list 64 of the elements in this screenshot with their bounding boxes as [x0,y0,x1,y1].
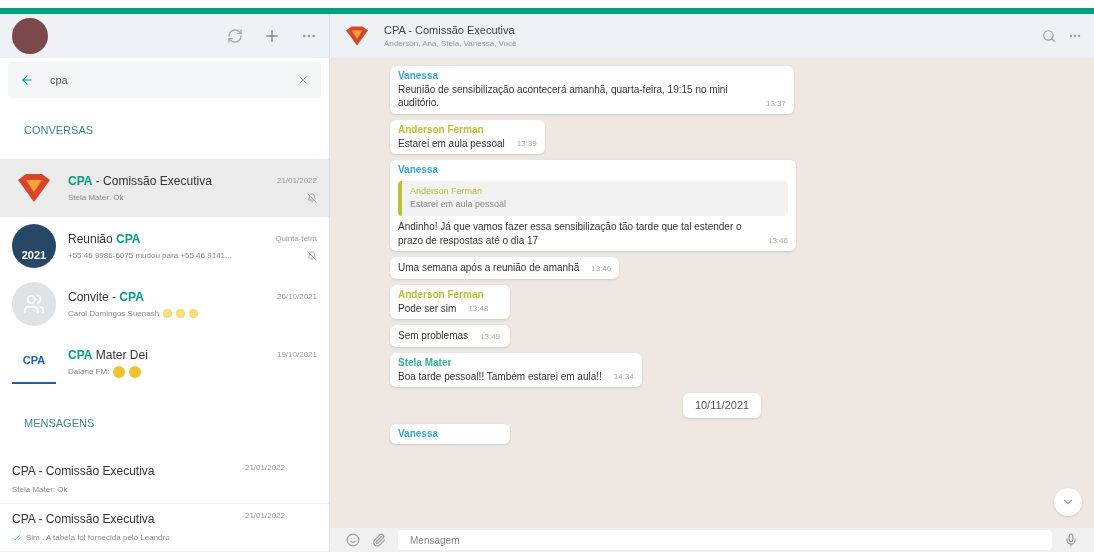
chat-date: Quinta-feira [275,232,317,245]
message-text: Sem problemas [398,329,469,343]
message-time: 13:49 [480,331,501,343]
chat-title: CPA - Comissão Executiva [384,22,516,38]
search-icon[interactable] [1042,29,1056,43]
avatar-photo: 2021 [12,223,56,268]
message-time: 13:48 [468,303,489,316]
message-preview: Sim . A tabela foi fornecida pelo Leandro [26,532,170,545]
message-text: Reunião de sensibilização acontecerá amanhã, quarta-feira, 19:15 no mini auditório. [398,82,729,110]
quote-text: Estarei em aula pessoal [410,198,508,212]
message-time: 13:46 [767,235,788,248]
sender-name: Vanessa [398,164,439,177]
profile-avatar [12,18,48,54]
chat-date: 21/01/2022 [276,174,317,187]
chat-name: CPA - Comissão Executiva [12,462,155,480]
chat-list-item[interactable]: CPA - Comissão Executiva 21/01/2022 Stela Mater: Ok [0,158,329,217]
chat-date: 21/01/2022 [244,461,286,474]
message-time: 14:34 [613,371,634,384]
message-text: Uma semana após a reunião de amanhã [398,261,580,275]
message-time: 13:46 [591,263,612,275]
chat-name: Convite - CPA [68,288,144,306]
clear-icon[interactable] [297,74,309,86]
chat-members: Anderson, Ana, Stela, Vanessa, Você [384,38,518,51]
sender-name: Vanessa [398,70,439,83]
date-chip: 10/11/2021 [682,393,762,418]
sender-name: Anderson Ferman [398,124,484,137]
message-time: 13:39 [516,138,537,151]
attach-icon[interactable] [372,533,386,547]
message-text: Andinho! Já que vamos fazer essa sensibilização tão tarde que tal estender o prazo de respostas até o dia 17 [398,219,743,248]
new-chat-icon[interactable] [263,27,281,45]
chat-name: CPA - Comissão Executiva [68,172,212,190]
chat-preview: +55 46 9986-6075 mudou para +55 46 9141... [68,249,232,262]
message-text: Pode ser sim [398,301,457,316]
emoji-icon [129,365,142,378]
chat-preview: Carol Domingos Suenash [68,307,160,320]
quote-sender: Anderson Ferman [410,184,484,198]
chat-date: 21/01/2022 [244,510,286,523]
sender-name: Vanessa [398,427,439,441]
status-icon[interactable] [227,28,243,44]
group-avatar-icon [12,281,56,326]
sender-name: Stela Mater [398,357,452,370]
message-preview: Stela Mater: Ok [12,483,68,496]
section-heading: CONVERSAS [23,123,95,138]
message-result[interactable]: CPA - Comissão Executiva 21/01/2022 Sim . A tabela foi fornecida pelo Leandro [0,503,329,552]
search-bar[interactable]: cpa [8,62,321,98]
emoji-icon[interactable] [346,533,360,547]
emoji-icon [113,365,126,378]
sender-name: Anderson Ferman [398,289,484,302]
message-input[interactable]: Mensagem [398,530,1052,550]
scroll-down-button[interactable] [1054,488,1082,516]
chat-name: CPA Mater Dei [68,346,148,364]
chat-preview: Stela Mater: Ok [68,191,124,204]
message-time: 13:37 [765,98,786,110]
message-text: Boa tarde pessoal!! Também estarei em aula!! [398,369,602,384]
chat-preview: Daiane FM: [68,365,110,378]
microphone-icon[interactable] [1064,533,1078,547]
chat-date: 26/10/2021 [276,290,317,303]
chat-name: CPA - Comissão Executiva [12,511,155,529]
section-heading: MENSAGENS [23,415,96,431]
message-result[interactable]: CPA - Comissão Executiva 21/01/2022 Stela Mater: Ok [0,455,329,504]
message-text: Estarei em aula pessoal [398,136,505,151]
chat-name: Reunião CPA [68,230,141,248]
chat-date: 19/10/2021 [276,348,317,361]
text-logo: CPA [12,339,56,384]
